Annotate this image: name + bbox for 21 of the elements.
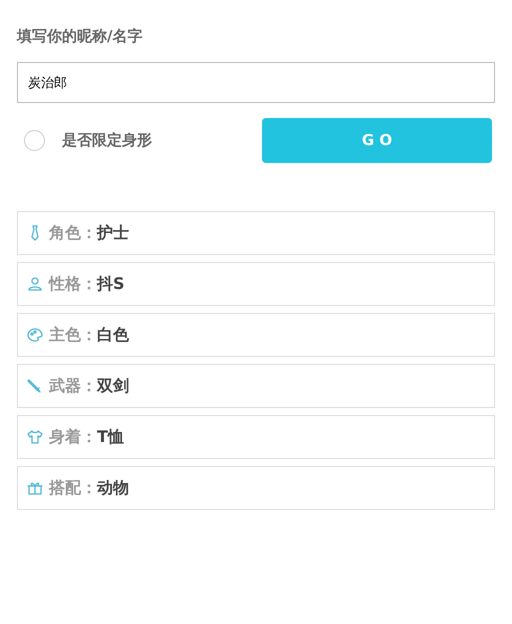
gift-icon — [27, 480, 43, 496]
pen-icon — [27, 378, 43, 394]
attribute-value: 抖S — [97, 273, 125, 295]
attribute-value: 白色 — [97, 324, 129, 346]
person-icon — [27, 276, 43, 292]
shirt-icon — [27, 429, 43, 445]
name-field[interactable]: 炭治郎 — [17, 62, 495, 103]
attribute-value: 双剑 — [97, 375, 129, 397]
attribute-label: 身着： — [49, 426, 97, 448]
attribute-value: T恤 — [97, 426, 124, 448]
attribute-label: 主色： — [49, 324, 97, 346]
attribute-value: 护士 — [97, 222, 129, 244]
attribute-value: 动物 — [97, 477, 129, 499]
field-label: 填写你的昵称/名字 — [17, 26, 142, 47]
attribute-label: 性格： — [49, 273, 97, 295]
palette-icon — [27, 327, 43, 343]
attribute-label: 搭配： — [49, 477, 97, 499]
attribute-label: 武器： — [49, 375, 97, 397]
radio-button[interactable] — [24, 130, 45, 151]
attribute-label: 角色： — [49, 222, 97, 244]
radio-label: 是否限定身形 — [62, 130, 152, 152]
